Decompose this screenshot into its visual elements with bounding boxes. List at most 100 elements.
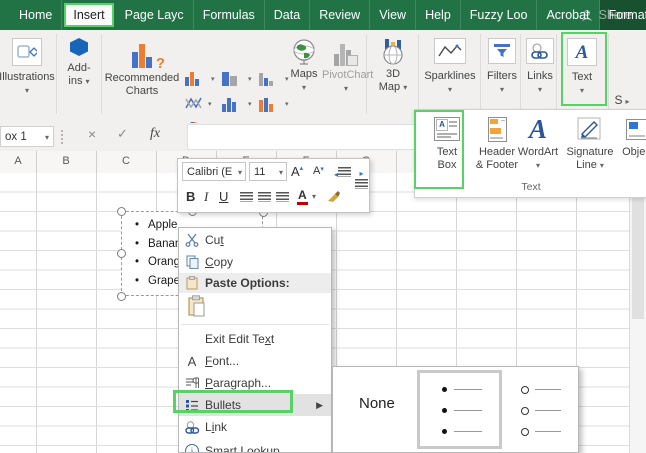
column-header[interactable]: B bbox=[56, 155, 76, 167]
enter-button[interactable]: ✓ bbox=[117, 126, 128, 142]
column-chart-button[interactable] bbox=[185, 70, 209, 86]
menu-item-bullets[interactable]: Bullets ▶ bbox=[179, 394, 331, 416]
font-name-caret: ▾ bbox=[238, 163, 242, 182]
paste-icon bbox=[188, 295, 206, 320]
3d-map-caret bbox=[403, 81, 407, 93]
name-box-caret: ▾ bbox=[45, 127, 49, 148]
text-group-label: Text bbox=[415, 181, 646, 193]
line-chart-button[interactable] bbox=[185, 96, 205, 115]
person-icon bbox=[581, 9, 594, 22]
info-icon: i bbox=[179, 444, 205, 453]
3d-map-label-2: Map bbox=[379, 81, 400, 93]
3d-map-button[interactable]: 3D Map bbox=[368, 38, 418, 94]
underline-button[interactable]: U bbox=[219, 189, 228, 204]
tab-review[interactable]: Review bbox=[310, 0, 370, 30]
insert-function-button[interactable]: fx bbox=[150, 126, 160, 142]
sparklines-label: Sparklines bbox=[420, 70, 480, 83]
share-button[interactable]: Share bbox=[581, 0, 632, 30]
tab-home[interactable]: Home bbox=[10, 0, 62, 30]
paste-options-label: Paste Options: bbox=[205, 276, 290, 290]
menu-item-paragraph[interactable]: Paragraph... bbox=[179, 372, 331, 394]
sparklines-button[interactable]: Sparklines bbox=[420, 38, 480, 96]
menu-item-smart-lookup[interactable]: i Smart Lookup bbox=[179, 438, 331, 453]
wordart-button[interactable]: A WordArt bbox=[513, 114, 563, 172]
font-color-caret[interactable]: ▾ bbox=[312, 192, 316, 201]
bullets-icon bbox=[179, 399, 205, 411]
increase-indent-button[interactable]: ▸ bbox=[354, 167, 369, 192]
add-ins-button[interactable]: Add- ins bbox=[58, 38, 100, 88]
globe-icon bbox=[291, 38, 317, 66]
text-dropdown-panel: A Text Box Header & Footer bbox=[414, 109, 646, 198]
waterfall-chart-button[interactable] bbox=[259, 70, 283, 86]
name-box[interactable]: ox 1 ▾ bbox=[0, 126, 54, 147]
pivotchart-button: PivotChart bbox=[322, 38, 370, 95]
links-button[interactable]: Links bbox=[522, 38, 558, 96]
tab-insert[interactable]: Insert bbox=[64, 3, 113, 27]
cancel-button[interactable]: × bbox=[88, 126, 96, 142]
maps-label: Maps bbox=[284, 68, 324, 81]
link-icon bbox=[179, 421, 205, 434]
illustrations-label: Illustrations bbox=[0, 71, 60, 84]
bullet-style-filled[interactable] bbox=[417, 370, 502, 449]
menu-item-cut[interactable]: Cut bbox=[179, 228, 331, 251]
font-size-select[interactable]: 11 ▾ bbox=[249, 162, 287, 181]
text-button[interactable]: A Text bbox=[558, 38, 606, 97]
decrease-indent-button[interactable]: ◂ bbox=[334, 167, 351, 180]
tab-view[interactable]: View bbox=[370, 0, 416, 30]
format-painter-icon[interactable] bbox=[326, 188, 342, 207]
recommended-charts-label-2: Charts bbox=[103, 85, 181, 98]
tab-fuzzy-lookup[interactable]: Fuzzy Loo bbox=[461, 0, 538, 30]
tab-data[interactable]: Data bbox=[265, 0, 310, 30]
column-header[interactable]: C bbox=[116, 155, 136, 167]
links-label: Links bbox=[522, 70, 558, 83]
histogram-chart-button[interactable] bbox=[222, 96, 246, 112]
sparklines-caret bbox=[420, 83, 480, 96]
font-name-select[interactable]: Calibri (E ▾ bbox=[182, 162, 246, 181]
bullet-style-hollow[interactable] bbox=[509, 373, 575, 445]
links-caret bbox=[522, 83, 558, 96]
mini-toolbar: Calibri (E ▾ 11 ▾ A▴ A▾ ◂ ▸ B I U A ▾ bbox=[177, 158, 370, 213]
scrollbar-thumb[interactable] bbox=[632, 179, 644, 319]
object-label: Object bbox=[617, 146, 646, 159]
illustrations-button[interactable]: Illustrations bbox=[0, 38, 60, 97]
symbols-partial[interactable]: S ▸ bbox=[612, 94, 632, 108]
italic-button[interactable]: I bbox=[204, 189, 208, 205]
align-right-button[interactable] bbox=[276, 192, 289, 205]
paste-option-keep-formatting[interactable] bbox=[179, 293, 331, 321]
menu-item-exit-edit-text[interactable]: Exit Edit Text bbox=[179, 328, 331, 350]
tab-formulas[interactable]: Formulas bbox=[194, 0, 265, 30]
align-center-button[interactable] bbox=[258, 192, 271, 205]
recommended-charts-button[interactable]: ? Recommended Charts bbox=[103, 38, 181, 98]
bullet-style-none[interactable]: None bbox=[359, 395, 395, 412]
combo-chart-button[interactable] bbox=[259, 96, 283, 112]
wordart-icon: A bbox=[513, 114, 563, 144]
sparklines-icon bbox=[434, 38, 466, 64]
grow-font-button[interactable]: A▴ bbox=[291, 164, 303, 179]
signature-line-button[interactable]: Signature Line bbox=[559, 114, 621, 172]
menu-item-copy[interactable]: Copy bbox=[179, 251, 331, 273]
filters-button[interactable]: Filters bbox=[482, 38, 522, 96]
symbols-partial-label: S bbox=[614, 93, 622, 107]
menu-item-link[interactable]: Link bbox=[179, 416, 331, 438]
bullets-submenu: None bbox=[332, 366, 579, 453]
column-header[interactable]: A bbox=[8, 155, 28, 167]
font-size-value: 11 bbox=[254, 166, 265, 178]
align-left-button[interactable] bbox=[240, 192, 253, 205]
resize-handle[interactable] bbox=[117, 249, 126, 258]
resize-handle[interactable] bbox=[117, 292, 126, 301]
text-caret bbox=[558, 84, 606, 97]
tab-help[interactable]: Help bbox=[416, 0, 461, 30]
maps-button[interactable]: Maps bbox=[284, 38, 324, 94]
copy-icon bbox=[179, 255, 205, 269]
stacked-chart-button[interactable] bbox=[222, 70, 246, 86]
tab-page-layout[interactable]: Page Layc bbox=[116, 0, 194, 30]
menu-item-font[interactable]: A Font... bbox=[179, 350, 331, 372]
text-box-button[interactable]: A Text Box bbox=[424, 114, 470, 172]
resize-handle[interactable] bbox=[117, 207, 126, 216]
shrink-font-button[interactable]: A▾ bbox=[313, 165, 324, 177]
font-color-button[interactable]: A bbox=[297, 188, 308, 205]
bold-button[interactable]: B bbox=[186, 189, 195, 204]
vertical-scrollbar[interactable] bbox=[629, 173, 646, 453]
formula-bar-divider[interactable] bbox=[61, 130, 65, 144]
object-button[interactable]: Object bbox=[617, 114, 646, 159]
